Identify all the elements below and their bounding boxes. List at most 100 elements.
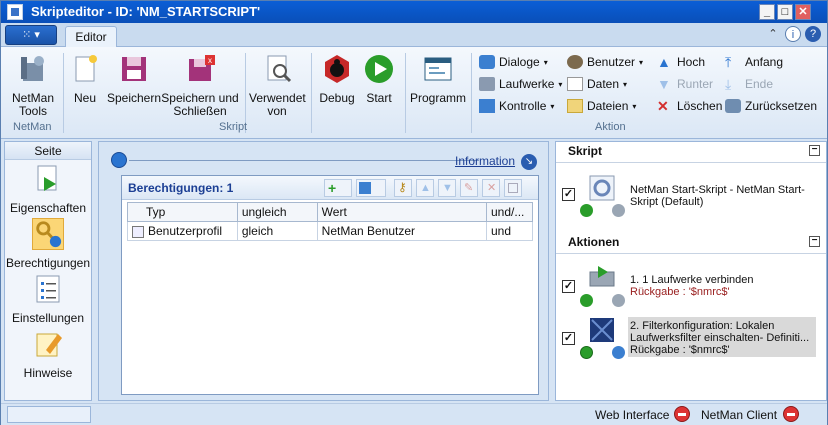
column-header-typ[interactable]: Typ — [127, 202, 238, 222]
arrow-bottom-icon: ⤓ — [725, 76, 732, 92]
collapse-skript-icon[interactable]: − — [809, 145, 820, 156]
skript-section-header: Skript − — [556, 142, 826, 160]
netman-client-label: NetMan Client — [701, 408, 778, 422]
arrow-top-icon: ⤒ — [725, 54, 732, 70]
cell-typ: Benutzerprofil — [127, 221, 238, 241]
netman-client-stop-icon[interactable] — [783, 406, 799, 422]
help-icon[interactable]: ? — [805, 26, 821, 42]
skript-item-label[interactable]: NetMan Start-Skript - NetMan Start-Skrip… — [630, 184, 810, 208]
success-badge-icon — [580, 294, 593, 307]
dialoge-dropdown[interactable]: Dialoge ▾ — [479, 53, 548, 71]
information-link[interactable]: Information — [455, 154, 515, 168]
cell-und: und — [486, 221, 533, 241]
lock-badge-icon — [612, 294, 625, 307]
column-header-ungleich[interactable]: ungleich — [236, 202, 318, 222]
copy-icon[interactable] — [504, 179, 522, 197]
nav-item-einstellungen[interactable]: Einstellungen — [5, 270, 91, 325]
permission-type-icon[interactable] — [356, 179, 386, 197]
programm-button[interactable]: Programm — [409, 53, 467, 105]
start-button[interactable]: Start — [361, 53, 397, 105]
key-icon[interactable]: ⚷ — [394, 179, 412, 197]
magnifier-document-icon — [267, 55, 292, 83]
tools-icon — [21, 56, 44, 81]
debug-bug-icon — [325, 55, 349, 83]
daten-dropdown[interactable]: Daten ▾ — [567, 75, 627, 93]
kontrolle-dropdown[interactable]: Kontrolle ▾ — [479, 97, 554, 115]
table-row[interactable]: Benutzerprofil gleich NetMan Benutzer un… — [127, 221, 533, 241]
grid-title: Berechtigungen: 1 — [128, 181, 234, 195]
filter-config-icon — [590, 318, 614, 342]
group-label-aktion: Aktion — [595, 121, 626, 133]
minimize-button[interactable]: _ — [759, 4, 775, 20]
loeschen-button[interactable]: ✕ Löschen — [657, 97, 722, 115]
status-field — [7, 406, 91, 423]
action-item[interactable]: 2. Filterkonfiguration: Lokalen Laufwerk… — [630, 320, 816, 356]
laufwerke-dropdown[interactable]: Laufwerke ▾ — [479, 75, 562, 93]
data-table-icon — [567, 77, 583, 91]
script-gear-icon — [589, 175, 615, 201]
close-button[interactable]: ✕ — [795, 4, 811, 20]
benutzer-dropdown[interactable]: Benutzer ▾ — [567, 53, 643, 71]
action-item[interactable]: 1. 1 Laufwerke verbinden Rückgabe : '$nm… — [630, 274, 820, 298]
new-document-icon — [75, 55, 97, 82]
move-up-icon[interactable]: ▲ — [416, 179, 434, 197]
delete-icon[interactable]: ✕ — [482, 179, 500, 197]
app-menu-button[interactable]: ⁙ ▾ — [5, 25, 57, 45]
nav-item-eigenschaften[interactable]: Eigenschaften — [5, 160, 91, 215]
ende-button[interactable]: ⤓ Ende — [725, 75, 773, 93]
control-icon — [479, 99, 495, 113]
nav-item-hinweise[interactable]: Hinweise — [5, 325, 91, 380]
move-down-icon[interactable]: ▼ — [438, 179, 456, 197]
cell-ungleich: gleich — [236, 221, 318, 241]
properties-icon — [37, 165, 57, 191]
reset-icon — [725, 99, 741, 113]
delete-x-icon: ✕ — [657, 98, 669, 114]
svg-text:x: x — [208, 56, 212, 65]
arrow-down-icon: ▼ — [657, 76, 671, 92]
title-bar: Skripteditor - ID: 'NM_STARTSCRIPT' _ □ … — [1, 1, 827, 23]
nav-item-berechtigungen[interactable]: Berechtigungen — [5, 215, 91, 270]
success-badge-icon — [580, 204, 593, 217]
debug-button[interactable]: Debug — [317, 53, 357, 105]
hoch-button[interactable]: ▲ Hoch — [657, 53, 705, 71]
settings-list-icon — [36, 275, 60, 303]
ribbon-collapse-icon[interactable]: ⌃ — [765, 26, 781, 42]
action-2-checkbox[interactable]: ✓ — [562, 332, 575, 345]
skript-checkbox[interactable]: ✓ — [562, 188, 575, 201]
add-permission-icon[interactable]: + — [324, 179, 352, 197]
notes-pencil-icon — [36, 333, 62, 357]
info-icon[interactable]: i — [785, 26, 801, 42]
dateien-dropdown[interactable]: Dateien ▾ — [567, 97, 636, 115]
save-close-icon: x — [189, 55, 215, 81]
anfang-button[interactable]: ⤒ Anfang — [725, 53, 783, 71]
program-window-icon — [424, 57, 452, 81]
script-overview-panel: Skript − ✓ NetMan Start-Skript - NetMan S… — [555, 141, 827, 401]
verwendet-von-button[interactable]: Verwendet von — [249, 53, 307, 118]
runter-button[interactable]: ▼ Runter — [657, 75, 713, 93]
information-expand-icon[interactable]: ↘ — [521, 154, 537, 170]
web-interface-stop-icon[interactable] — [674, 406, 690, 422]
action-1-checkbox[interactable]: ✓ — [562, 280, 575, 293]
edit-icon[interactable]: ✎ — [460, 179, 478, 197]
permissions-grid: Berechtigungen: 1 + ⚷ ▲ ▼ ✎ ✕ Typ unglei… — [121, 175, 539, 395]
speichern-button[interactable]: Speichern — [105, 53, 163, 105]
group-label-netman: NetMan — [13, 121, 52, 133]
files-icon — [567, 99, 583, 113]
neu-button[interactable]: Neu — [69, 53, 101, 105]
play-icon — [365, 55, 393, 83]
speichern-schliessen-button[interactable]: x Speichern und Schließen — [161, 53, 241, 118]
maximize-button[interactable]: □ — [777, 4, 793, 20]
column-header-wert[interactable]: Wert — [316, 202, 488, 222]
column-header-und[interactable]: und/... — [486, 202, 533, 222]
app-icon — [7, 4, 23, 20]
zuruecksetzen-button[interactable]: Zurücksetzen — [725, 97, 817, 115]
netman-tools-button[interactable]: NetMan Tools — [9, 53, 57, 118]
skripteditor-window: Skripteditor - ID: 'NM_STARTSCRIPT' _ □ … — [0, 0, 828, 425]
web-interface-label: Web Interface — [595, 408, 670, 422]
tab-editor[interactable]: Editor — [65, 26, 117, 48]
lock-icon — [111, 152, 127, 168]
collapse-aktionen-icon[interactable]: − — [809, 236, 820, 247]
user-profile-icon — [132, 225, 144, 238]
key-lock-icon — [32, 218, 64, 250]
group-label-skript: Skript — [219, 121, 248, 133]
